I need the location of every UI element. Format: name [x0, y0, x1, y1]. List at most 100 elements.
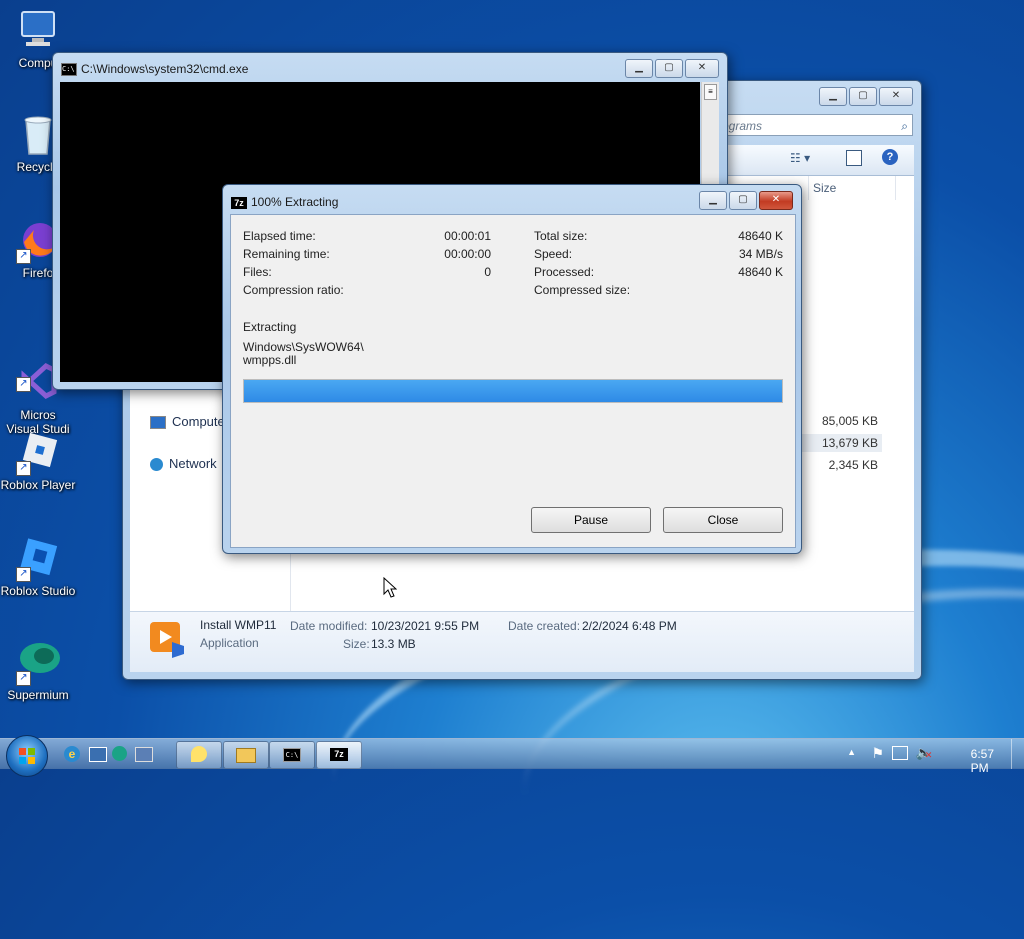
desktop-icon-roblox-studio[interactable]: ↗ Roblox Studio: [0, 536, 76, 598]
files-value: 0: [484, 265, 491, 279]
volume-muted-icon[interactable]: 🔈 ✕: [916, 745, 933, 761]
compressed-size-label: Compressed size:: [534, 283, 631, 297]
windows-logo-icon: [19, 748, 35, 764]
network-globe-icon[interactable]: [112, 746, 127, 761]
preview-pane-icon[interactable]: [846, 150, 862, 166]
clock-time[interactable]: 6:57 PM: [971, 747, 994, 775]
progress-bar-fill: [244, 380, 782, 402]
speed-label: Speed:: [534, 247, 573, 261]
shortcut-arrow-icon: ↗: [16, 377, 31, 392]
close-button[interactable]: ✕: [879, 87, 913, 106]
speed-value: 34 MB/s: [738, 247, 783, 261]
files-label: Files:: [243, 265, 272, 279]
help-icon[interactable]: ?: [882, 149, 898, 165]
taskbar: e C:\ 7z ▲ ⚑ 🔈 ✕ 6:57 PM: [0, 735, 1024, 777]
window-controls: ▁ ▢ ✕: [625, 59, 719, 78]
total-size-label: Total size:: [534, 229, 588, 243]
installer-icon: [148, 620, 186, 658]
status-text: Extracting: [243, 320, 297, 334]
remaining-time-label: Remaining time:: [243, 247, 330, 261]
dialog-body: Elapsed time: 00:00:01 Remaining time: 0…: [230, 214, 796, 548]
processed-label: Processed:: [534, 265, 595, 279]
explorer-icon: [236, 748, 256, 763]
maximize-button[interactable]: ▢: [729, 191, 757, 210]
computer-management-icon[interactable]: [135, 747, 153, 762]
shortcut-arrow-icon: ↗: [16, 249, 31, 264]
close-dialog-button[interactable]: Close: [663, 507, 783, 533]
maximize-button[interactable]: ▢: [849, 87, 877, 106]
details-date-modified: 10/23/2021 9:55 PM: [371, 619, 480, 633]
pause-button[interactable]: Pause: [531, 507, 651, 533]
desktop-icon-label: Roblox Studio: [0, 584, 76, 598]
current-file-name: wmpps.dll: [243, 353, 297, 367]
computer-icon: [16, 8, 60, 52]
roblox-player-icon: ↗: [16, 430, 60, 476]
computer-icon: [150, 416, 166, 430]
column-header-size[interactable]: Size: [808, 176, 896, 200]
nav-item-network[interactable]: Network: [150, 456, 217, 472]
desktop-icon-label: Supermium: [7, 688, 69, 702]
minimize-button[interactable]: ▁: [819, 87, 847, 106]
taskbar-button-explorer[interactable]: [223, 741, 269, 769]
ie-icon[interactable]: e: [64, 746, 80, 762]
desktop-icon-supermium[interactable]: ↗ Supermium: [0, 640, 76, 702]
window-controls: ▁ ▢ ✕: [819, 87, 913, 106]
desktop-icon-roblox-player[interactable]: ↗ Roblox Player: [0, 430, 76, 492]
total-size-value: 48640 K: [738, 229, 783, 243]
details-date-created-label: Date created:: [508, 619, 581, 633]
desktop-icon-label: Roblox Player: [0, 478, 76, 492]
progress-bar: [243, 379, 783, 403]
show-hidden-icons-icon[interactable]: ▲: [847, 747, 856, 757]
search-input[interactable]: rograms ⌕: [713, 114, 913, 136]
taskbar-button-sticky-notes[interactable]: [176, 741, 222, 769]
shortcut-arrow-icon: ↗: [16, 567, 31, 582]
supermium-icon: ↗: [16, 640, 60, 686]
server-manager-icon[interactable]: [89, 747, 107, 762]
dialog-title-text: 100% Extracting: [251, 195, 339, 209]
close-button[interactable]: ✕: [759, 191, 793, 210]
nav-label: Compute: [172, 414, 225, 429]
search-icon: ⌕: [901, 119, 908, 133]
roblox-studio-icon: ↗: [16, 536, 60, 582]
view-options-icon[interactable]: ☷ ▾: [790, 151, 810, 165]
network-icon: [150, 458, 163, 472]
cmd-icon: C:\: [61, 63, 77, 77]
start-button[interactable]: [6, 735, 48, 777]
details-file-name: Install WMP11: [200, 618, 277, 632]
elapsed-time-value: 00:00:01: [444, 229, 491, 243]
maximize-button[interactable]: ▢: [655, 59, 683, 78]
minimize-button[interactable]: ▁: [625, 59, 653, 78]
scroll-thumb[interactable]: ≡: [704, 84, 717, 100]
taskbar-button-7zip[interactable]: 7z: [316, 741, 362, 769]
network-tray-icon[interactable]: [892, 746, 908, 760]
window-title-text: C:\Windows\system32\cmd.exe: [81, 62, 249, 76]
action-center-flag-icon[interactable]: ⚑: [871, 745, 884, 762]
current-file-path: Windows\SysWOW64\: [243, 340, 364, 354]
details-pane: Install WMP11 Application Date modified:…: [130, 611, 914, 672]
minimize-button[interactable]: ▁: [699, 191, 727, 210]
shortcut-arrow-icon: ↗: [16, 671, 31, 686]
close-button[interactable]: ✕: [685, 59, 719, 78]
cmd-icon: C:\: [283, 748, 301, 762]
remaining-time-value: 00:00:00: [444, 247, 491, 261]
nav-label: Network: [169, 456, 217, 471]
taskbar-button-cmd[interactable]: C:\: [269, 741, 315, 769]
details-date-created: 2/2/2024 6:48 PM: [582, 619, 677, 633]
nav-item-computer[interactable]: Compute: [150, 414, 225, 430]
details-date-modified-label: Date modified:: [290, 619, 368, 633]
window-title: C:\ C:\Windows\system32\cmd.exe: [61, 62, 249, 77]
7zip-icon: 7z: [330, 748, 348, 761]
7zip-icon: 7z: [231, 196, 247, 209]
dialog-title: 7z 100% Extracting: [231, 195, 338, 209]
details-size: 13.3 MB: [371, 637, 416, 651]
compression-ratio-label: Compression ratio:: [243, 283, 344, 297]
extract-dialog[interactable]: 7z 100% Extracting ▁ ▢ ✕ Elapsed time: 00…: [222, 184, 802, 554]
shortcut-arrow-icon: ↗: [16, 461, 31, 476]
sticky-notes-icon: [191, 746, 207, 762]
show-desktop-button[interactable]: [1011, 739, 1024, 769]
elapsed-time-label: Elapsed time:: [243, 229, 316, 243]
details-size-label: Size:: [343, 637, 370, 651]
processed-value: 48640 K: [738, 265, 783, 279]
details-file-type: Application: [200, 636, 259, 650]
mouse-cursor: [383, 576, 398, 602]
